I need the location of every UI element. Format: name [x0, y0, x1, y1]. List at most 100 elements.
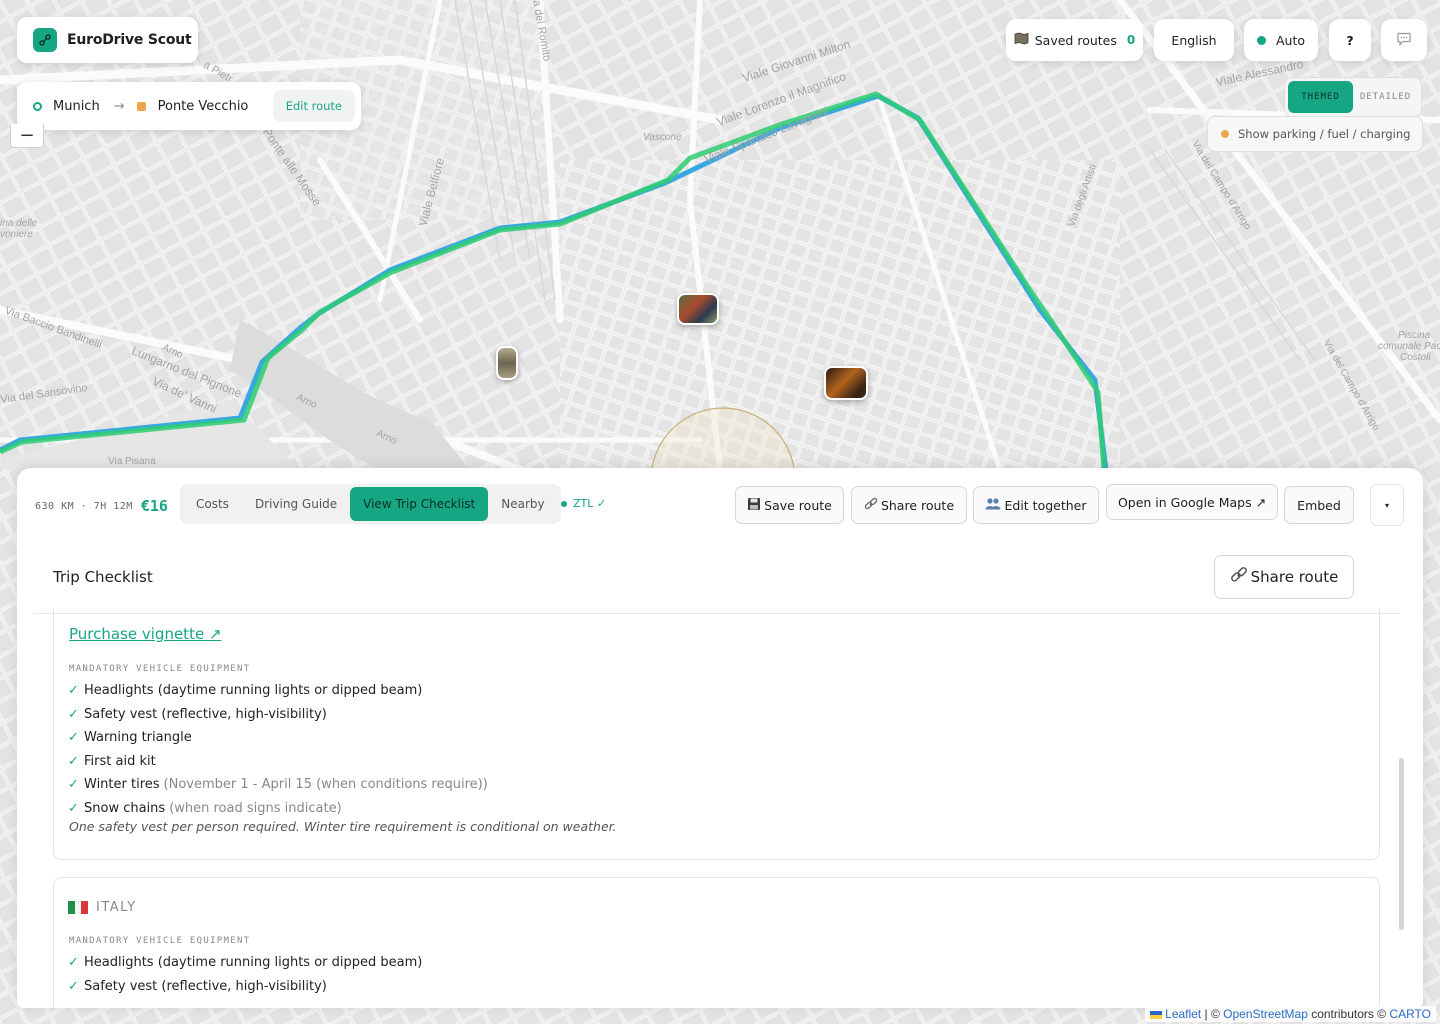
- item-text: Warning triangle: [84, 730, 192, 746]
- header-divider: [34, 613, 1399, 614]
- parking-dot-icon: [1221, 130, 1229, 138]
- embed-button[interactable]: Embed: [1284, 486, 1354, 524]
- map-label: voniere: [0, 229, 33, 240]
- origin-marker-icon: [33, 101, 42, 111]
- list-item: ✓ Safety vest (reflective, high-visibilit…: [68, 703, 488, 727]
- panel-tabs: Costs Driving Guide View Trip Checklist …: [180, 484, 561, 524]
- item-text: Safety vest (reflective, high-visibility…: [84, 706, 327, 722]
- brand-name: EuroDrive Scout: [67, 32, 192, 48]
- edit-together-button[interactable]: Edit together: [973, 486, 1099, 524]
- route-origin: Munich: [53, 98, 100, 114]
- check-icon: ✓: [68, 777, 79, 793]
- ukraine-flag-icon: [1149, 1010, 1162, 1019]
- brand-header[interactable]: EuroDrive Scout: [17, 17, 198, 63]
- link-icon: [864, 497, 878, 514]
- trip-panel: 630 KM · 7H 12M €16 Costs Driving Guide …: [17, 468, 1423, 1008]
- themed-style-option[interactable]: THEMED: [1288, 81, 1353, 113]
- floppy-disk-icon: [747, 497, 761, 514]
- map-attribution: Leaflet | © OpenStreetMap contributors ©…: [1144, 1006, 1436, 1022]
- edit-route-button[interactable]: Edit route: [272, 90, 355, 122]
- check-icon: ✓: [68, 800, 79, 816]
- list-item: ✓ Winter tires (November 1 - April 15 (whe…: [68, 773, 488, 797]
- share-route-button[interactable]: Share route: [851, 486, 967, 524]
- share-route-secondary-label: Share route: [1250, 568, 1339, 586]
- check-icon: ✓: [68, 955, 79, 971]
- poi-photo-marker[interactable]: [824, 366, 868, 400]
- poi-photo-marker[interactable]: [496, 346, 518, 380]
- zoom-out-button[interactable]: −: [10, 124, 44, 148]
- theme-mode-label: Auto: [1275, 32, 1306, 48]
- item-condition: (when road signs indicate): [169, 800, 342, 816]
- map-label: comunale Paolo: [1378, 341, 1440, 352]
- tab-costs[interactable]: Costs: [183, 487, 242, 521]
- theme-mode-button[interactable]: Auto: [1244, 19, 1318, 61]
- map-label: Costoli: [1400, 352, 1431, 363]
- list-item: ✓ Snow chains (when road signs indicate): [68, 797, 488, 821]
- map-label: Via Pisana: [108, 456, 156, 467]
- map-icon: [1014, 32, 1029, 48]
- detailed-style-option[interactable]: DETAILED: [1353, 81, 1418, 113]
- ztl-label: ZTL ✓: [573, 497, 607, 510]
- map-label: ina delle: [0, 218, 38, 229]
- trip-distance-duration: 630 KM · 7H 12M: [35, 500, 133, 512]
- item-text: First aid kit: [84, 753, 156, 769]
- check-icon: ✓: [68, 753, 79, 769]
- poi-photo-marker[interactable]: [677, 293, 719, 325]
- destination-marker-icon: [136, 101, 146, 111]
- tab-driving-guide[interactable]: Driving Guide: [242, 487, 350, 521]
- show-parking-toggle[interactable]: Show parking / fuel / charging: [1207, 116, 1423, 152]
- save-route-label: Save route: [764, 497, 832, 513]
- share-route-secondary-button[interactable]: Share route: [1214, 555, 1354, 599]
- route-summary-bar: Munich → Ponte Vecchio Edit route: [17, 82, 361, 130]
- ztl-status: ZTL ✓: [561, 497, 606, 510]
- item-text: Headlights (daytime running lights or di…: [84, 683, 423, 699]
- item-text: Snow chains: [84, 800, 166, 816]
- feedback-button[interactable]: [1381, 19, 1427, 61]
- country-card-italy: ITALY MANDATORY VEHICLE EQUIPMENT ✓ Headl…: [53, 877, 1380, 1008]
- list-item: ✓ Safety vest (reflective, high-visibilit…: [68, 975, 422, 999]
- trip-cost: €16: [140, 497, 168, 515]
- equipment-list: ✓ Headlights (daytime running lights or d…: [68, 951, 422, 998]
- country-name: ITALY: [96, 900, 137, 915]
- saved-routes-button[interactable]: Saved routes 0: [1006, 19, 1143, 61]
- item-condition: (November 1 - April 15 (when conditions …: [163, 777, 488, 793]
- map-label: Vascone: [643, 132, 682, 143]
- osm-link[interactable]: OpenStreetMap: [1223, 1007, 1308, 1021]
- status-dot-icon: [1256, 35, 1266, 45]
- link-icon: [1230, 566, 1248, 588]
- country-header: ITALY: [68, 900, 137, 915]
- item-text: Safety vest (reflective, high-visibility…: [84, 978, 327, 994]
- language-selector[interactable]: English: [1154, 19, 1234, 61]
- checklist-card: Purchase vignette ↗ MANDATORY VEHICLE EQ…: [53, 608, 1380, 860]
- check-icon: ✓: [68, 683, 79, 699]
- attribution-text: contributors ©: [1307, 1007, 1390, 1021]
- map-label: Piscina: [1398, 330, 1431, 341]
- list-item: ✓ Headlights (daytime running lights or d…: [68, 679, 488, 703]
- purchase-vignette-link[interactable]: Purchase vignette ↗: [69, 625, 222, 643]
- item-text: Winter tires: [84, 777, 160, 793]
- more-actions-button[interactable]: ▾: [1370, 484, 1404, 526]
- help-button[interactable]: ?: [1329, 19, 1371, 61]
- tab-trip-checklist[interactable]: View Trip Checklist: [350, 487, 489, 521]
- checklist-note: One safety vest per person required. Win…: [69, 819, 617, 834]
- panel-title: Trip Checklist: [53, 568, 153, 586]
- map-style-toggle: THEMED DETAILED: [1284, 77, 1422, 117]
- check-icon: ✓: [68, 730, 79, 746]
- equipment-list: ✓ Headlights (daytime running lights or d…: [68, 679, 488, 820]
- scrollbar[interactable]: [1399, 758, 1404, 930]
- section-label: MANDATORY VEHICLE EQUIPMENT: [69, 664, 251, 674]
- show-parking-label: Show parking / fuel / charging: [1238, 127, 1411, 141]
- ztl-dot-icon: [561, 500, 567, 507]
- save-route-button[interactable]: Save route: [735, 486, 844, 524]
- route-logo-icon: [33, 28, 57, 52]
- open-google-maps-button[interactable]: Open in Google Maps ↗: [1106, 484, 1278, 520]
- leaflet-link[interactable]: Leaflet: [1165, 1007, 1201, 1021]
- carto-link[interactable]: CARTO: [1389, 1007, 1431, 1021]
- list-item: ✓ Headlights (daytime running lights or d…: [68, 951, 422, 975]
- list-item: ✓ First aid kit: [68, 750, 488, 774]
- route-destination: Ponte Vecchio: [157, 98, 249, 114]
- tab-nearby[interactable]: Nearby: [488, 487, 557, 521]
- italy-flag-icon: [68, 901, 89, 914]
- users-icon: [985, 497, 1001, 513]
- check-icon: ✓: [68, 706, 79, 722]
